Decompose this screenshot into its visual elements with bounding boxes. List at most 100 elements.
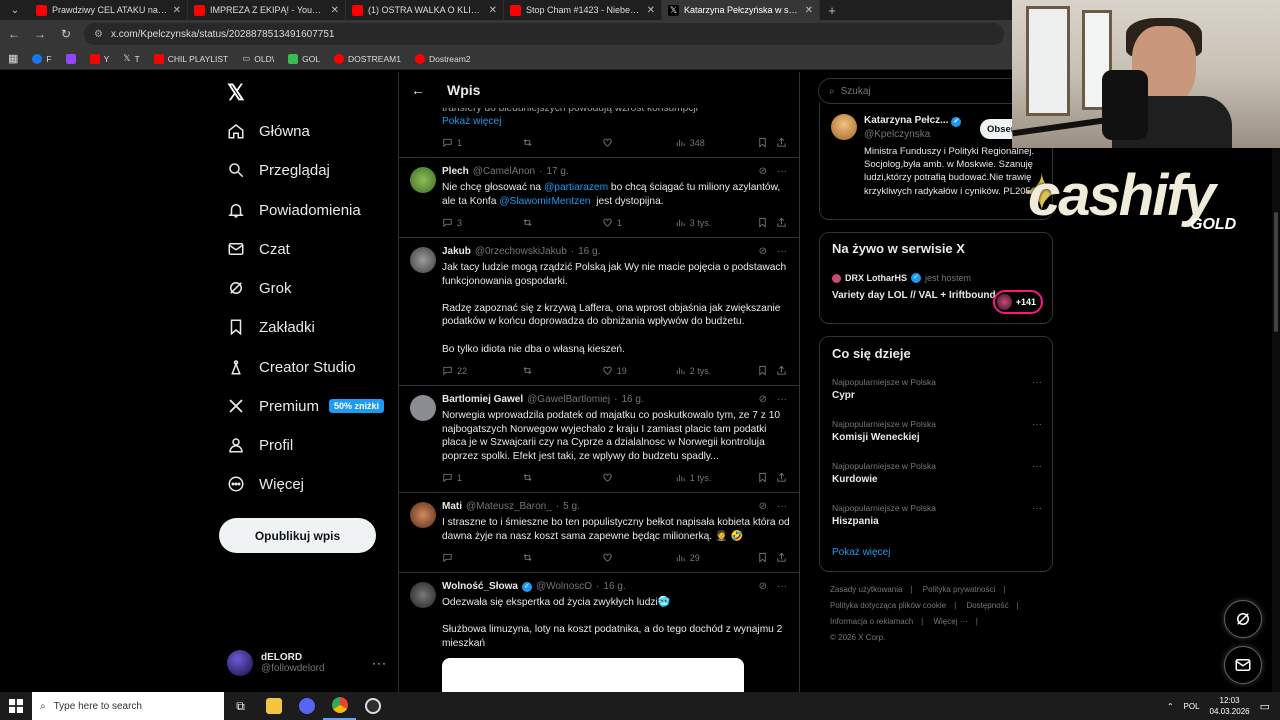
close-tab-icon[interactable]: ✕	[173, 5, 181, 16]
tweet[interactable]: Plech @CamelAnon · 17 g. ⊘ ··· Nie chcę g…	[399, 158, 799, 238]
nav-item-chat[interactable]: Czat	[227, 240, 290, 258]
views-button[interactable]: 348	[675, 137, 757, 148]
reply-button[interactable]: 1	[442, 137, 522, 148]
avatar[interactable]	[410, 247, 436, 273]
chrome-app-icon[interactable]	[323, 692, 356, 720]
browser-tab[interactable]: Stop Cham #1423 - Niebezpiec ✕	[504, 0, 662, 20]
bookmark-button[interactable]	[757, 365, 776, 376]
avatar[interactable]	[410, 502, 436, 528]
bookmark-youtube[interactable]: Y	[89, 53, 109, 64]
new-tab-button[interactable]: +	[820, 3, 844, 18]
more-dots-icon[interactable]: ···	[777, 501, 787, 512]
tweet[interactable]: Jakub @0rzechowskiJakub · 16 g. ⊘ ··· Jak…	[399, 238, 799, 386]
file-explorer-icon[interactable]	[257, 692, 290, 720]
trend-item[interactable]: Najpopularniejsze w Polska Kurdowie ···	[832, 461, 1042, 485]
share-button[interactable]	[776, 365, 787, 376]
task-view-icon[interactable]: ⧉	[224, 692, 257, 720]
nav-item-grok[interactable]: Grok	[227, 279, 292, 297]
grok-icon[interactable]: ⊘	[759, 246, 767, 257]
views-button[interactable]: 29	[675, 552, 757, 563]
avatar[interactable]	[410, 395, 436, 421]
site-info-icon[interactable]: ⚙	[94, 29, 103, 40]
messages-floating-button[interactable]	[1224, 646, 1262, 684]
more-dots-icon[interactable]: ···	[777, 246, 787, 257]
publish-post-button[interactable]: Opublikuj wpis	[219, 518, 376, 553]
retweet-button[interactable]	[522, 472, 602, 483]
tab-list-chevron-icon[interactable]: ⌄	[0, 0, 30, 20]
nav-item-profile[interactable]: Profil	[227, 436, 293, 454]
more-dots-icon[interactable]: ···	[1032, 419, 1042, 430]
like-button[interactable]	[602, 552, 675, 563]
reply-button[interactable]	[442, 552, 522, 563]
trend-item[interactable]: Najpopularniejsze w Polska Cypr ···	[832, 377, 1042, 401]
x-logo-icon[interactable]: 𝕏	[227, 80, 245, 106]
retweet-button[interactable]	[522, 217, 602, 228]
like-button[interactable]	[602, 137, 675, 148]
footer-link[interactable]: Zasady użytkowania	[830, 585, 902, 594]
bookmark-button[interactable]	[757, 137, 776, 148]
like-button[interactable]: 19	[602, 365, 675, 376]
browser-tab[interactable]: IMPREZA Z EKIPĄ! - YouTube ✕	[188, 0, 346, 20]
reply-button[interactable]: 22	[442, 365, 522, 376]
tweet[interactable]: Bartlomiej Gawel @GawelBartlomiej · 16 g…	[399, 386, 799, 493]
retweet-button[interactable]	[522, 365, 602, 376]
close-tab-icon[interactable]: ✕	[805, 5, 813, 16]
nav-item-bookmarks[interactable]: Zakładki	[227, 318, 315, 336]
close-tab-icon[interactable]: ✕	[489, 5, 497, 16]
show-more-trends-link[interactable]: Pokaż więcej	[832, 547, 890, 558]
clock[interactable]: 12:03 04.03.2026	[1210, 695, 1250, 717]
tweet-image[interactable]	[442, 658, 744, 692]
browser-tab[interactable]: (1) OSTRA WALKA O KLIENTA, ( ✕	[346, 0, 504, 20]
language-indicator[interactable]: POL	[1184, 702, 1200, 711]
back-arrow-icon[interactable]: ←	[411, 82, 425, 98]
close-tab-icon[interactable]: ✕	[331, 5, 339, 16]
browser-tab[interactable]: Prawdziwy CEL ATAKU na IRAN ✕	[30, 0, 188, 20]
apps-grid-icon[interactable]: ▦	[8, 52, 18, 65]
back-icon[interactable]: ←	[6, 26, 22, 42]
footer-link[interactable]: Informacja o reklamach	[830, 617, 913, 626]
bookmark-twitch[interactable]	[65, 53, 76, 64]
bookmark-button[interactable]	[757, 217, 776, 228]
url-field[interactable]: ⚙ x.com/Kpelczynska/status/2028878513491…	[84, 23, 1004, 45]
more-dots-icon[interactable]: ···	[777, 394, 787, 405]
nav-item-more[interactable]: Więcej	[227, 475, 304, 493]
chevron-up-icon[interactable]: ⌃	[1167, 702, 1174, 711]
nav-item-premium[interactable]: Premium 50% zniżki	[227, 397, 385, 415]
avatar[interactable]	[410, 582, 436, 608]
show-more-link[interactable]: Pokaż więcej	[442, 115, 792, 129]
share-button[interactable]	[776, 137, 787, 148]
live-stream-title[interactable]: Variety day LOL // VAL + Iriftbound	[832, 289, 996, 303]
profile-handle[interactable]: @Kpelczynska	[864, 129, 930, 140]
bookmark-facebook[interactable]: F	[32, 53, 52, 64]
avatar[interactable]	[831, 114, 857, 140]
like-button[interactable]	[602, 472, 675, 483]
grok-icon[interactable]: ⊘	[759, 581, 767, 592]
bookmark-dostream2[interactable]: Dostream2	[414, 53, 471, 64]
bookmark-folder-old[interactable]: ▭ OLD\	[242, 53, 274, 64]
more-dots-icon[interactable]: ···	[1032, 503, 1042, 514]
nav-item-home[interactable]: Główna	[227, 122, 310, 140]
grok-floating-button[interactable]	[1224, 600, 1262, 638]
footer-link[interactable]: Dostępność	[966, 601, 1008, 610]
share-button[interactable]	[776, 472, 787, 483]
bookmark-chil-playlist[interactable]: CHIL PLAYLIST	[153, 53, 228, 64]
more-dots-icon[interactable]: ···	[777, 581, 787, 592]
notifications-icon[interactable]: ▭	[1260, 700, 1270, 713]
nav-item-creator-studio[interactable]: Creator Studio	[227, 358, 356, 376]
taskbar-search-input[interactable]: ⌕ Type here to search	[32, 692, 224, 720]
bookmark-button[interactable]	[757, 552, 776, 563]
more-dots-icon[interactable]: ···	[1032, 377, 1042, 388]
reply-button[interactable]: 3	[442, 217, 522, 228]
more-dots-icon[interactable]: ···	[777, 166, 787, 177]
like-button[interactable]: 1	[602, 217, 675, 228]
retweet-button[interactable]	[522, 552, 602, 563]
reply-button[interactable]: 1	[442, 472, 522, 483]
grok-icon[interactable]: ⊘	[759, 394, 767, 405]
trend-item[interactable]: Najpopularniejsze w Polska Komisji Wenec…	[832, 419, 1042, 443]
tweet[interactable]: Mati @Mateusz_Baron_ · 5 g. ⊘ ··· I stras…	[399, 493, 799, 573]
obs-app-icon[interactable]	[356, 692, 389, 720]
more-dots-icon[interactable]: ···	[1032, 461, 1042, 472]
views-button[interactable]: 1 tys.	[675, 472, 757, 483]
bookmark-x[interactable]: 𝕏T	[123, 53, 139, 64]
live-host[interactable]: DRX LotharHS ✓ jest hostem	[832, 273, 971, 283]
